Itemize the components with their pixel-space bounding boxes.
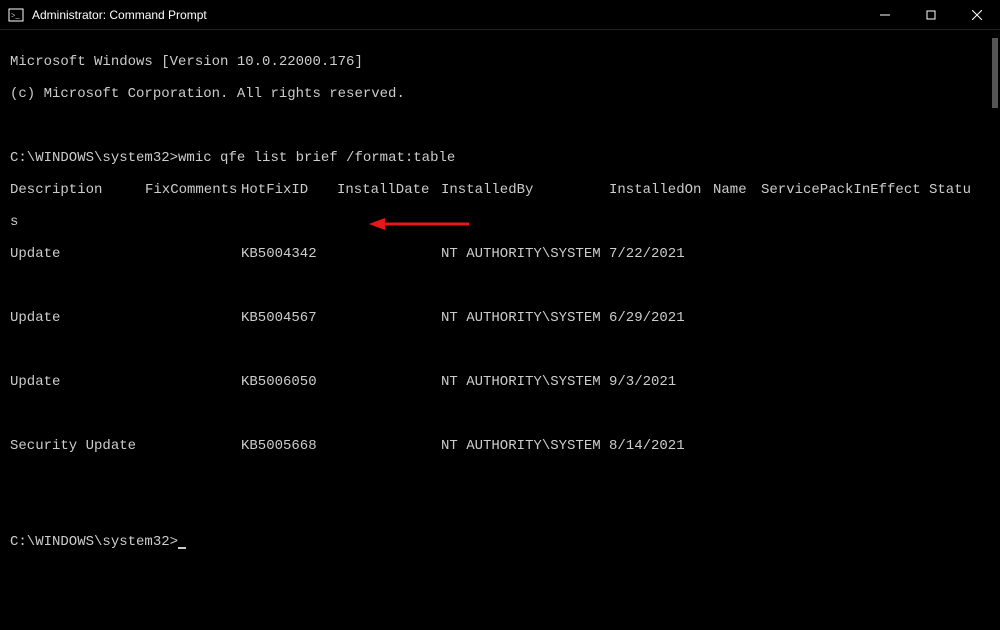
version-line: Microsoft Windows [Version 10.0.22000.17…: [10, 54, 990, 70]
close-button[interactable]: [954, 0, 1000, 29]
header-description: Description: [10, 182, 145, 198]
window-titlebar: >_ Administrator: Command Prompt: [0, 0, 1000, 30]
header-installedby: InstalledBy: [441, 182, 609, 198]
titlebar-left: >_ Administrator: Command Prompt: [0, 7, 207, 23]
window-controls: [862, 0, 1000, 29]
table-row: UpdateKB5004342NT AUTHORITY\SYSTEM7/22/2…: [10, 246, 990, 262]
cursor-icon: [178, 547, 186, 549]
prompt-path: C:\WINDOWS\system32>: [10, 534, 178, 550]
table-row: Security UpdateKB5005668NT AUTHORITY\SYS…: [10, 438, 990, 454]
prompt-path: C:\WINDOWS\system32>: [10, 150, 178, 166]
table-row: UpdateKB5004567NT AUTHORITY\SYSTEM6/29/2…: [10, 310, 990, 326]
maximize-button[interactable]: [908, 0, 954, 29]
header-installdate: InstallDate: [337, 182, 441, 198]
prompt-line: C:\WINDOWS\system32>: [10, 534, 990, 550]
header-installedon: InstalledOn: [609, 182, 713, 198]
command-text: wmic qfe list brief /format:table: [178, 150, 455, 166]
table-row: UpdateKB5006050NT AUTHORITY\SYSTEM9/3/20…: [10, 374, 990, 390]
header-servicepack: ServicePackInEffect: [761, 182, 929, 198]
header-name: Name: [713, 182, 761, 198]
scrollbar-thumb[interactable]: [992, 38, 998, 108]
header-status-wrap: s: [10, 214, 990, 230]
svg-text:>_: >_: [11, 11, 21, 20]
cmd-icon: >_: [8, 7, 24, 23]
header-hotfixid: HotFixID: [241, 182, 337, 198]
copyright-line: (c) Microsoft Corporation. All rights re…: [10, 86, 990, 102]
command-line: C:\WINDOWS\system32>wmic qfe list brief …: [10, 150, 990, 166]
terminal-output[interactable]: Microsoft Windows [Version 10.0.22000.17…: [0, 30, 1000, 512]
window-title: Administrator: Command Prompt: [32, 8, 207, 22]
minimize-button[interactable]: [862, 0, 908, 29]
header-status: Statu: [929, 182, 971, 198]
header-fixcomments: FixComments: [145, 182, 241, 198]
table-header: DescriptionFixCommentsHotFixIDInstallDat…: [10, 182, 990, 198]
